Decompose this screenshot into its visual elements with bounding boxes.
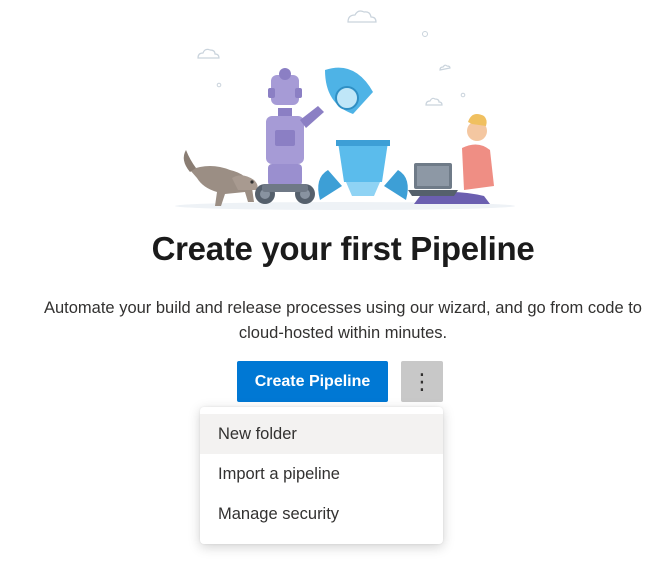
more-vertical-icon: ⋮ bbox=[411, 368, 433, 394]
actions-dropdown-menu: New folder Import a pipeline Manage secu… bbox=[200, 407, 443, 544]
create-pipeline-button[interactable]: Create Pipeline bbox=[237, 361, 388, 402]
menu-item-new-folder[interactable]: New folder bbox=[200, 414, 443, 454]
rocket-illustration bbox=[318, 67, 408, 200]
menu-item-manage-security[interactable]: Manage security bbox=[200, 494, 443, 534]
cloud-icon bbox=[197, 10, 451, 106]
menu-item-label: Manage security bbox=[218, 504, 340, 523]
more-actions-button[interactable]: ⋮ bbox=[401, 361, 443, 402]
dog-illustration bbox=[183, 150, 258, 206]
menu-item-import-pipeline[interactable]: Import a pipeline bbox=[200, 454, 443, 494]
robot-illustration bbox=[255, 68, 324, 204]
menu-item-label: New folder bbox=[218, 424, 297, 443]
page-title: Create your first Pipeline bbox=[151, 230, 535, 267]
hero-illustration bbox=[175, 10, 515, 210]
page-description: Automate your build and release processe… bbox=[43, 299, 642, 342]
person-illustration bbox=[408, 114, 494, 204]
menu-item-label: Import a pipeline bbox=[218, 464, 340, 483]
